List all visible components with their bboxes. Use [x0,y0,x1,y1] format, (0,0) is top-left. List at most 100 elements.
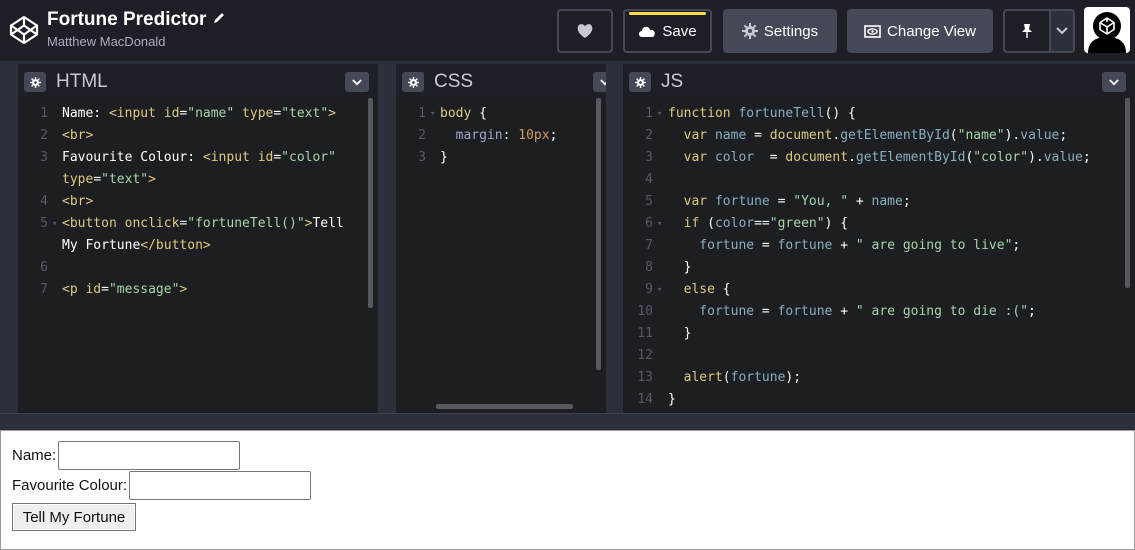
line-number: 7 [40,282,48,297]
color-input[interactable] [129,471,312,500]
name-row: Name: [12,441,241,470]
fold-caret-icon[interactable]: ▾ [657,103,662,125]
tell-fortune-button[interactable]: Tell My Fortune [12,503,136,531]
code-text: margin: 10px; [440,128,558,143]
html-settings-button[interactable] [24,72,46,92]
code-text: } [440,150,448,165]
header-bar: Fortune Predictor Matthew MacDonald Save… [0,0,1135,62]
css-horizontal-scrollbar[interactable] [436,404,573,409]
code-text: <br> [62,128,94,143]
line-number: 3 [645,150,653,165]
html-collapse-button[interactable] [345,72,369,92]
js-collapse-button[interactable] [1102,72,1126,92]
code-text: } [668,260,692,275]
code-text: alert(fortune); [668,370,802,385]
code-text: <br> [62,194,94,209]
line-number: 5 [40,216,48,231]
code-text: body { [440,106,487,121]
author-name[interactable]: Matthew MacDonald [47,34,166,49]
html-panel-title: HTML [56,71,108,92]
pen-title-text: Fortune Predictor [47,9,207,31]
line-number: 3 [40,150,48,165]
chevron-down-icon [352,78,362,85]
css-editor-panel: CSS 1 ▾ body { 2 margin: 10px; 3} [396,62,606,413]
line-number: 3 [418,150,426,165]
color-label: Favourite Colour: [12,477,128,494]
line-number: 1 [418,106,426,121]
css-panel-header: CSS [396,62,606,98]
line-number: 1 [645,106,653,121]
codepen-editor: Fortune Predictor Matthew MacDonald Save… [0,0,1135,550]
code-text: My Fortune</button> [62,238,211,253]
code-text: <p id="message"> [62,282,188,297]
pin-button-group [1003,9,1075,53]
line-number: 11 [637,326,653,341]
css-settings-button[interactable] [402,72,424,92]
editor-preview-resizer[interactable] [0,413,1135,430]
css-collapse-button[interactable] [593,72,606,92]
chevron-down-icon [1109,78,1119,85]
code-text: var name = document.getElementById("name… [668,128,1068,143]
line-number: 4 [40,194,48,209]
code-text: else { [668,282,731,297]
line-number: 14 [637,392,653,407]
line-number: 5 [645,194,653,209]
pin-button[interactable] [1005,11,1051,51]
fold-caret-icon[interactable]: ▾ [657,279,662,301]
line-number: 6 [645,216,653,231]
gear-icon [634,76,646,88]
html-vertical-scrollbar[interactable] [368,98,373,308]
eye-icon [864,24,881,38]
js-settings-button[interactable] [629,72,651,92]
name-label: Name: [12,447,57,464]
pencil-icon[interactable] [212,9,226,31]
css-panel-title: CSS [434,71,474,92]
fold-caret-icon[interactable]: ▾ [52,213,57,235]
js-vertical-scrollbar[interactable] [1125,98,1130,288]
save-label: Save [662,22,697,40]
code-text: <button onclick="fortuneTell()">Tell [62,216,344,231]
html-editor-panel: HTML 1 Name: <input id="name" type="text"… [18,62,378,413]
heart-button[interactable] [557,9,613,53]
js-editor-panel: JS 1 ▾ function fortuneTell() {2 var name … [623,62,1135,413]
save-button[interactable]: Save [623,9,712,53]
line-number: 8 [645,260,653,275]
line-number: 1 [40,106,48,121]
code-text: var fortune = "You, " + name; [668,194,911,209]
fold-caret-icon[interactable]: ▾ [657,213,662,235]
line-number: 9 [645,282,653,297]
pin-menu-toggle[interactable] [1051,11,1073,51]
cloud-icon [639,26,656,37]
fold-caret-icon[interactable]: ▾ [430,103,435,125]
js-panel-title: JS [661,71,684,92]
code-text: type="text"> [62,172,156,187]
pin-icon [1022,24,1032,38]
settings-button[interactable]: Settings [723,9,837,53]
line-number: 7 [645,238,653,253]
avatar[interactable] [1084,7,1130,53]
js-panel-header: JS [623,62,1135,98]
line-number: 13 [637,370,653,385]
chevron-down-icon [600,78,606,85]
code-text: var color = document.getElementById("col… [668,150,1091,165]
editor-area: HTML 1 Name: <input id="name" type="text"… [0,62,1135,413]
line-number: 2 [418,128,426,143]
codepen-logo-icon[interactable] [8,14,40,46]
pen-title[interactable]: Fortune Predictor [47,9,226,31]
code-text: fortune = fortune + " are going to live"… [668,238,1021,253]
gear-icon [741,23,758,39]
chevron-down-icon [1056,27,1068,35]
gear-icon [29,76,41,88]
code-text: Favourite Colour: <input id="color" [62,150,336,165]
code-text: if (color=="green") { [668,216,849,231]
code-text: } [668,326,692,341]
color-row: Favourite Colour: [12,471,312,500]
css-vertical-scrollbar[interactable] [596,98,601,370]
code-text: Name: <input id="name" type="text"> [62,106,336,121]
change-view-label: Change View [887,22,976,40]
name-input[interactable] [58,441,241,470]
line-number: 10 [637,304,653,319]
line-number: 4 [645,172,653,187]
html-panel-header: HTML [18,62,378,98]
change-view-button[interactable]: Change View [847,9,993,53]
